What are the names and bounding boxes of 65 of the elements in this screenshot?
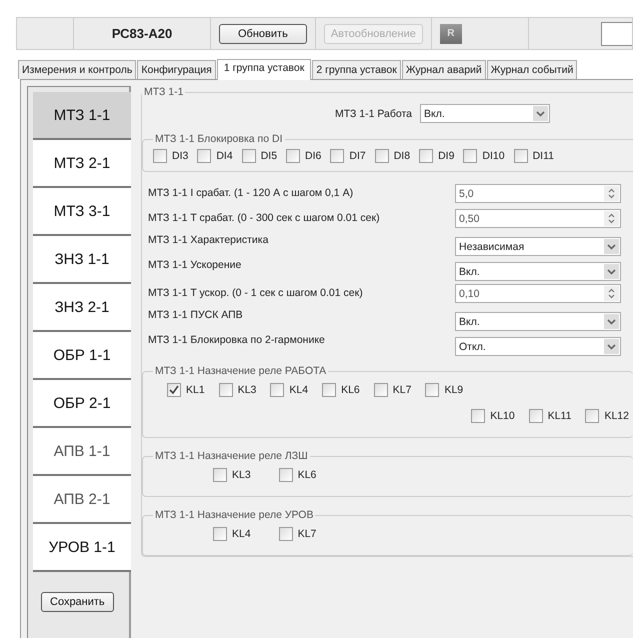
dropdown[interactable]: Откл. (455, 337, 621, 356)
checkbox[interactable]: DI6 (286, 149, 322, 163)
device-name: РС83-А20 (74, 18, 211, 49)
tab[interactable]: 2 группа уставок (312, 60, 401, 79)
checkbox[interactable]: KL9 (425, 383, 464, 397)
checkbox[interactable]: KL3 (218, 383, 256, 397)
spin-arrows-icon[interactable] (604, 286, 619, 301)
sidebar-item[interactable]: ОБР 2-1 (33, 380, 131, 428)
checkbox[interactable]: KL4 (213, 527, 251, 541)
checkbox[interactable]: KL1 (167, 383, 205, 397)
sidebar-item[interactable]: ЗНЗ 2-1 (33, 284, 131, 332)
field-label: МТЗ 1-1 Ускорение (148, 259, 242, 271)
tab[interactable]: 1 группа уставок (216, 59, 312, 80)
checkbox[interactable]: KL7 (374, 383, 412, 397)
input-field[interactable] (601, 22, 632, 46)
sidebar-item[interactable]: МТЗ 2-1 (33, 140, 131, 188)
checkbox[interactable]: DI11 (514, 149, 554, 163)
sidebar-item[interactable]: ЗНЗ 1-1 (33, 236, 131, 284)
field-label: МТЗ 1-1 T ускор. (0 - 1 сек с шагом 0.01 сек) (148, 286, 363, 299)
checkbox[interactable]: DI9 (419, 149, 454, 163)
sidebar-item[interactable]: ОБР 1-1 (33, 332, 131, 380)
checkbox[interactable]: KL11 (528, 409, 572, 423)
field-label: МТЗ 1-1 T срабат. (0 - 300 сек с шагом 0.01 сек) (148, 211, 380, 224)
spin-field[interactable]: 0,10 (455, 284, 621, 303)
sidebar-item[interactable]: УРОВ 1-1 (33, 524, 131, 572)
refresh-button[interactable]: Обновить (219, 24, 307, 44)
group-title: МТЗ 1-1 Блокировка по DI (154, 133, 284, 145)
checkbox[interactable]: DI8 (374, 149, 410, 163)
field-label: МТЗ 1-1 ПУСК АПВ (148, 309, 243, 321)
tab[interactable]: Измерения и контроль (18, 60, 136, 79)
tab[interactable]: Конфигурация (137, 60, 216, 79)
group-title: МТЗ 1-1 Назначение реле УРОВ (154, 509, 314, 521)
spin-arrows-icon[interactable] (604, 186, 619, 201)
checkbox[interactable]: KL7 (278, 527, 316, 541)
group-title: МТЗ 1-1 Назначение реле РАБОТА (154, 365, 328, 377)
field-label: МТЗ 1-1 Характеристика (148, 234, 268, 246)
save-button[interactable]: Сохранить (41, 592, 114, 612)
checkbox[interactable]: KL6 (322, 383, 360, 397)
check-icon (168, 384, 180, 396)
checkbox[interactable]: KL3 (213, 468, 251, 482)
dropdown[interactable]: Независимая (455, 237, 621, 256)
spin-arrows-icon[interactable] (604, 211, 619, 226)
tab[interactable]: Журнал аварий (402, 60, 486, 79)
checkbox[interactable]: KL12 (585, 409, 629, 423)
dropdown[interactable]: Вкл. (420, 104, 550, 123)
checkbox[interactable]: DI4 (197, 149, 233, 163)
checkbox[interactable]: DI7 (330, 149, 366, 163)
checkbox[interactable]: KL10 (471, 409, 515, 423)
tab[interactable]: Журнал событий (486, 60, 578, 79)
checkbox[interactable]: DI3 (153, 149, 188, 163)
sidebar-item[interactable]: МТЗ 3-1 (33, 188, 131, 236)
checkbox[interactable]: DI10 (463, 149, 505, 163)
field-label: МТЗ 1-1 Блокировка по 2-гармонике (148, 334, 325, 346)
checkbox[interactable]: DI5 (242, 149, 278, 163)
checkbox[interactable]: KL6 (278, 468, 316, 482)
group-title: МТЗ 1-1 Назначение реле ЛЗШ (154, 450, 309, 462)
spin-field[interactable]: 5,0 (455, 184, 621, 203)
dropdown[interactable]: Вкл. (455, 262, 621, 281)
field-label: МТЗ 1-1 Работа (334, 108, 412, 120)
group-title: МТЗ 1-1 (143, 86, 184, 98)
dropdown[interactable]: Вкл. (455, 312, 621, 331)
checkbox[interactable]: KL4 (270, 383, 308, 397)
field-label: МТЗ 1-1 I срабат. (1 - 120 А с шагом 0,1 А) (148, 186, 354, 199)
spin-field[interactable]: 0,50 (455, 209, 621, 228)
sidebar-item[interactable]: МТЗ 1-1 (33, 92, 131, 140)
